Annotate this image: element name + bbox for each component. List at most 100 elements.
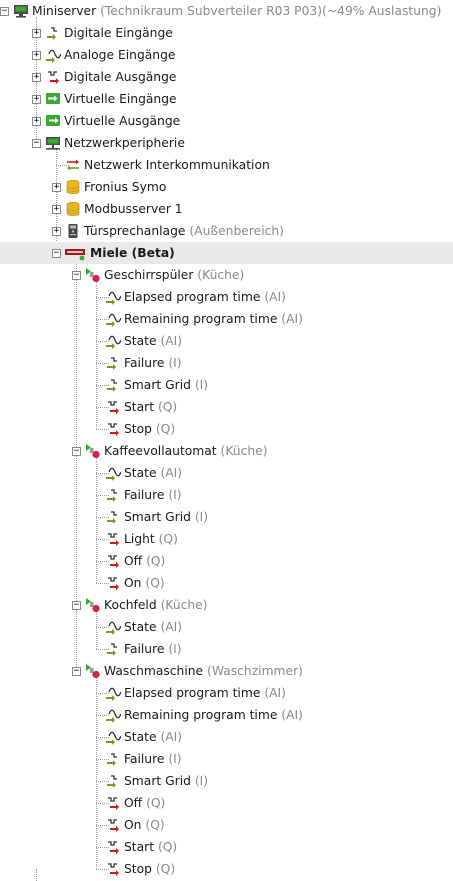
tree-item-start[interactable]: Start (Q)	[0, 836, 453, 858]
tree-item-virtuelle-ausgaenge[interactable]: + Virtuelle Ausgänge	[0, 110, 453, 132]
tree-item-geschirrspueler[interactable]: − Geschirrspüler (Küche)	[0, 264, 453, 286]
item-location: (Q)	[151, 862, 176, 876]
tree-item-off[interactable]: Off (Q)	[0, 792, 453, 814]
collapse-toggle[interactable]: −	[72, 601, 81, 610]
collapse-toggle[interactable]: −	[32, 139, 41, 148]
expand-toggle[interactable]: +	[32, 29, 41, 38]
item-name: Start	[124, 840, 155, 854]
digital-output-icon	[105, 817, 121, 833]
intercom-icon	[65, 223, 81, 239]
tree-item-state[interactable]: State (AI)	[0, 616, 453, 638]
tree-item-failure[interactable]: Failure (I)	[0, 748, 453, 770]
item-name: Failure	[124, 488, 165, 502]
tree-item-miniserver[interactable]: − Miniserver (Technikraum Subverteiler R0…	[0, 0, 453, 22]
tree-item-stop[interactable]: Stop (Q)	[0, 418, 453, 440]
tree-item-state[interactable]: State (AI)	[0, 330, 453, 352]
item-name: Smart Grid	[124, 378, 191, 392]
collapse-toggle[interactable]: −	[52, 249, 61, 258]
tree-item-smart-grid[interactable]: Smart Grid (I)	[0, 506, 453, 528]
item-name: Miele (Beta)	[90, 246, 175, 260]
expand-toggle[interactable]: +	[52, 183, 61, 192]
tree-item-waschmaschine[interactable]: − Waschmaschine (Waschzimmer)	[0, 660, 453, 682]
item-name: Analoge Eingänge	[64, 48, 176, 62]
tree-item-on[interactable]: On (Q)	[0, 814, 453, 836]
tree-item-kaffeevollautomat[interactable]: − Kaffeevollautomat (Küche)	[0, 440, 453, 462]
tree-item-elapsed-program-time[interactable]: Elapsed program time (AI)	[0, 286, 453, 308]
tree-item-remaining-program-time[interactable]: Remaining program time (AI)	[0, 308, 453, 330]
item-name: Kaffeevollautomat	[104, 444, 217, 458]
tree-item-virtuelle-eingaenge[interactable]: + Virtuelle Eingänge	[0, 88, 453, 110]
tree-item-remaining-program-time[interactable]: Remaining program time (AI)	[0, 704, 453, 726]
tree-item-netzwerkperipherie[interactable]: − Netzwerkperipherie	[0, 132, 453, 154]
tree-item-start[interactable]: Start (Q)	[0, 396, 453, 418]
tree-item-label: State (AI)	[124, 726, 182, 748]
item-name: Remaining program time	[124, 708, 278, 722]
tree-item-label: Fronius Symo	[84, 176, 166, 198]
item-name: Elapsed program time	[124, 686, 261, 700]
expand-toggle[interactable]: +	[32, 95, 41, 104]
tree-item-label: Virtuelle Ausgänge	[64, 110, 180, 132]
digital-input-icon	[105, 509, 121, 525]
tree-item-failure[interactable]: Failure (I)	[0, 638, 453, 660]
tree-item-fronius-symo[interactable]: + Fronius Symo	[0, 176, 453, 198]
tree-item-off[interactable]: Off (Q)	[0, 550, 453, 572]
item-location: (Küche)	[156, 598, 208, 612]
tree-item-digitale-ausgaenge[interactable]: + Digitale Ausgänge	[0, 66, 453, 88]
tree-item-label: Remaining program time (AI)	[124, 704, 303, 726]
digital-output-icon	[105, 399, 121, 415]
tree-item-failure[interactable]: Failure (I)	[0, 352, 453, 374]
collapse-toggle[interactable]: −	[72, 447, 81, 456]
item-location: (AI)	[156, 334, 183, 348]
tree-item-stop[interactable]: Stop (Q)	[0, 858, 453, 880]
tree-item-elapsed-program-time[interactable]: Elapsed program time (AI)	[0, 682, 453, 704]
item-location: (I)	[190, 774, 209, 788]
expand-toggle[interactable]: +	[32, 51, 41, 60]
tree-item-state[interactable]: State (AI)	[0, 726, 453, 748]
item-location: (Q)	[141, 818, 165, 832]
tree-item-failure[interactable]: Failure (I)	[0, 484, 453, 506]
expand-toggle[interactable]: +	[32, 73, 41, 82]
item-name: Geschirrspüler	[104, 268, 194, 282]
intercommunication-icon	[65, 157, 81, 173]
item-location: (Küche)	[193, 268, 245, 282]
tree-item-label: Geschirrspüler (Küche)	[104, 264, 244, 286]
tree-item-kochfeld[interactable]: − Kochfeld (Küche)	[0, 594, 453, 616]
tree-item-label: Smart Grid (I)	[124, 374, 208, 396]
tree-item-light[interactable]: Light (Q)	[0, 528, 453, 550]
item-name: Virtuelle Eingänge	[64, 92, 177, 106]
tree-item-label: Light (Q)	[124, 528, 178, 550]
tree-item-tuersprechanlage[interactable]: + Türsprechanlage (Außenbereich)	[0, 220, 453, 242]
tree-item-label: Miniserver (Technikraum Subverteiler R03…	[32, 0, 441, 22]
tree-item-label: Failure (I)	[124, 638, 182, 660]
item-location: (I)	[164, 356, 182, 370]
tree-item-on[interactable]: On (Q)	[0, 572, 453, 594]
tree-item-modbusserver-1[interactable]: + Modbusserver 1	[0, 198, 453, 220]
expand-toggle[interactable]: +	[32, 117, 41, 126]
database-icon	[65, 201, 81, 217]
analog-input-icon	[105, 729, 121, 745]
tree-item-digitale-eingaenge[interactable]: + Digitale Eingänge	[0, 22, 453, 44]
collapse-toggle[interactable]: −	[72, 271, 81, 280]
collapse-toggle[interactable]: −	[0, 7, 9, 16]
tree-item-label: Failure (I)	[124, 484, 182, 506]
item-location: (Q)	[142, 554, 166, 568]
tree-item-state[interactable]: State (AI)	[0, 462, 453, 484]
item-name: Off	[124, 796, 143, 810]
item-name: Stop	[124, 422, 152, 436]
expand-toggle[interactable]: +	[52, 205, 61, 214]
tree-item-smart-grid[interactable]: Smart Grid (I)	[0, 374, 453, 396]
digital-output-icon	[105, 795, 121, 811]
tree-item-analoge-eingaenge[interactable]: + Analoge Eingänge	[0, 44, 453, 66]
tree-item-netzwerk-interkommunikation[interactable]: Netzwerk Interkommunikation	[0, 154, 453, 176]
tree-item-label: Kochfeld (Küche)	[104, 594, 208, 616]
appliance-icon	[85, 663, 101, 679]
tree-item-miele[interactable]: − Miele (Beta)	[0, 242, 453, 264]
item-name: State	[124, 730, 157, 744]
item-location: (I)	[190, 378, 209, 392]
tree-item-smart-grid[interactable]: Smart Grid (I)	[0, 770, 453, 792]
collapse-toggle[interactable]: −	[72, 667, 81, 676]
digital-input-icon	[105, 487, 121, 503]
item-name: Elapsed program time	[124, 290, 261, 304]
item-location: (AI)	[277, 708, 303, 722]
expand-toggle[interactable]: +	[52, 227, 61, 236]
